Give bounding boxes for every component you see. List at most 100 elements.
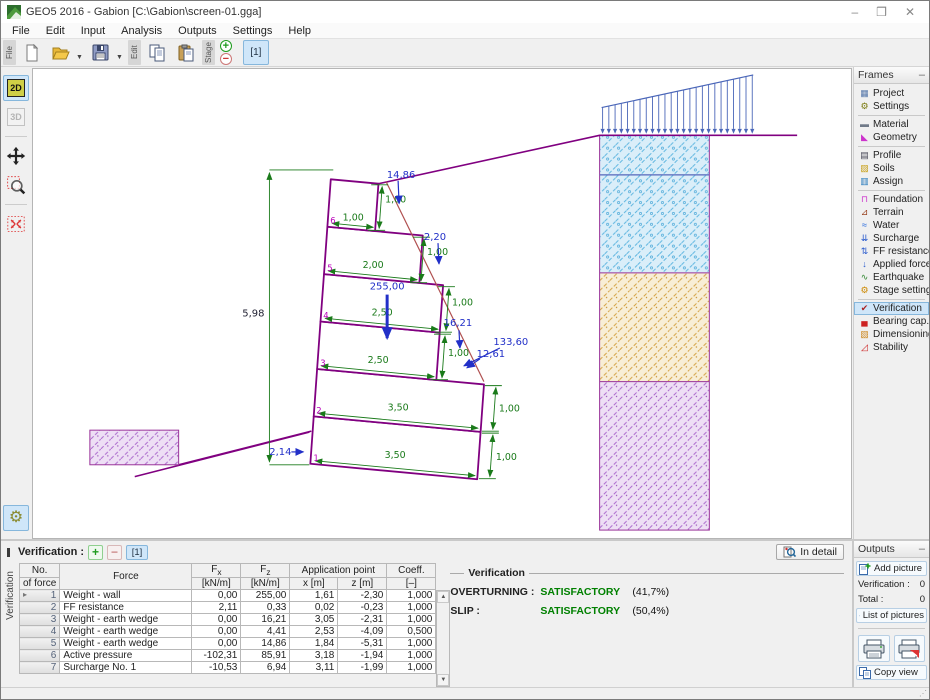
remove-verification-button[interactable]: − xyxy=(107,545,122,560)
paste-button[interactable] xyxy=(173,40,199,65)
table-row[interactable]: ▸1Weight - wall0,00255,001,61-2,301,000 xyxy=(20,590,436,602)
verification-stage-button[interactable]: [1] xyxy=(126,545,148,560)
menu-input[interactable]: Input xyxy=(74,25,112,37)
panel-grip[interactable] xyxy=(7,548,10,557)
scroll-up-icon[interactable]: ▲ xyxy=(437,591,449,603)
add-stage-button[interactable]: + xyxy=(220,40,232,52)
table-row[interactable]: 5Weight - earth wedge0,0014,861,84-5,311… xyxy=(20,638,436,650)
bearing-icon: ▄ xyxy=(859,317,870,326)
toolbar-group-edit-label: Edit xyxy=(128,40,141,65)
frames-item-dimensioning[interactable]: ▧Dimensioning xyxy=(854,328,929,341)
frames-item-foundation[interactable]: ⊓Foundation xyxy=(854,193,929,206)
force-label-active-pressure: 133,60 xyxy=(493,337,528,348)
table-row[interactable]: 3Weight - earth wedge0,0016,213,05-2,311… xyxy=(20,614,436,626)
table-row[interactable]: 2FF resistance2,110,330,02-0,231,000 xyxy=(20,602,436,614)
remove-stage-button[interactable]: − xyxy=(220,53,232,65)
minimize-window-icon[interactable]: – xyxy=(851,5,858,19)
verification-side-tab[interactable]: Verification xyxy=(1,561,19,687)
menu-file[interactable]: File xyxy=(5,25,37,37)
height-label-2: 1,00 xyxy=(499,403,520,414)
frames-item-profile[interactable]: ▤Profile xyxy=(854,149,929,162)
force-label-ff-resistance: 2,14 xyxy=(269,447,291,458)
open-file-button[interactable] xyxy=(48,40,74,65)
add-picture-button[interactable]: Add picture xyxy=(856,561,927,576)
menu-edit[interactable]: Edit xyxy=(39,25,72,37)
frames-item-terrain[interactable]: ⊿Terrain xyxy=(854,206,929,219)
frames-item-bearing-cap-[interactable]: ▄Bearing cap. xyxy=(854,315,929,328)
save-dropdown-icon[interactable]: ▼ xyxy=(116,54,123,61)
frames-item-stability[interactable]: ◿Stability xyxy=(854,341,929,354)
frames-item-project[interactable]: ▦Project xyxy=(854,87,929,100)
pan-button[interactable] xyxy=(3,143,29,169)
new-file-button[interactable] xyxy=(19,40,45,65)
foundation-icon: ⊓ xyxy=(859,195,870,204)
col-header-fx: Fx xyxy=(192,564,241,578)
force-label-wedge-mid: 2,20 xyxy=(424,232,446,243)
height-label-4: 1,00 xyxy=(452,298,473,309)
height-label-3: 1,00 xyxy=(448,348,469,359)
list-of-pictures-button[interactable]: List of pictures xyxy=(856,608,927,623)
drawing-canvas[interactable]: 5,98 3,50 3,50 2,50 2,50 2,00 1,00 1 xyxy=(32,68,852,539)
fit-to-view-button[interactable] xyxy=(3,211,29,237)
frames-item-surcharge[interactable]: ⇊Surcharge xyxy=(854,232,929,245)
frames-item-applied-forces[interactable]: ↓Applied forces xyxy=(854,258,929,271)
add-verification-button[interactable]: + xyxy=(88,545,103,560)
outputs-minimize-icon[interactable]: – xyxy=(919,545,925,553)
fit-icon xyxy=(6,215,26,233)
frames-item-geometry[interactable]: ◣Geometry xyxy=(854,131,929,144)
status-bar: ⋰ xyxy=(1,687,929,699)
print-preview-button[interactable] xyxy=(894,635,926,662)
frames-item-settings[interactable]: ⚙Settings xyxy=(854,100,929,113)
force-label-wedge-top: 14,86 xyxy=(387,170,416,181)
frames-item-verification[interactable]: ✔Verification xyxy=(854,302,929,315)
frames-item-stage-settings[interactable]: ⚙Stage settings xyxy=(854,284,929,297)
width-label-2: 3,50 xyxy=(388,402,409,413)
stage-settings-icon: ⚙ xyxy=(859,286,870,295)
frames-item-material[interactable]: ▬Material xyxy=(854,118,929,131)
frames-item-ff-resistance[interactable]: ⇅FF resistance xyxy=(854,245,929,258)
force-label-wall-weight: 255,00 xyxy=(370,282,405,293)
frames-item-water[interactable]: ≈Water xyxy=(854,219,929,232)
zoom-button[interactable] xyxy=(3,172,29,198)
menu-settings[interactable]: Settings xyxy=(226,25,280,37)
force-label-surcharge: 12,61 xyxy=(477,349,506,360)
save-file-button[interactable] xyxy=(88,40,114,65)
outputs-header: Outputs – xyxy=(854,541,929,558)
block-number-2: 2 xyxy=(316,405,321,415)
frames-minimize-icon[interactable]: – xyxy=(919,71,925,79)
frames-item-earthquake[interactable]: ∿Earthquake xyxy=(854,271,929,284)
open-dropdown-icon[interactable]: ▼ xyxy=(76,54,83,61)
menu-analysis[interactable]: Analysis xyxy=(114,25,169,37)
frames-item-soils[interactable]: ▨Soils xyxy=(854,162,929,175)
verification-results: Verification OVERTURNING : SATISFACTORY … xyxy=(436,561,852,687)
menu-outputs[interactable]: Outputs xyxy=(171,25,224,37)
frames-header: Frames – xyxy=(854,67,929,84)
close-window-icon[interactable]: ✕ xyxy=(905,5,915,19)
table-row[interactable]: 4Weight - earth wedge0,004,412,53-4,090,… xyxy=(20,626,436,638)
menu-help[interactable]: Help xyxy=(281,25,318,37)
view-3d-button[interactable]: 3D xyxy=(3,104,29,130)
geometry-icon: ◣ xyxy=(859,133,870,142)
copy-view-button[interactable]: Copy view xyxy=(856,665,927,680)
app-logo-icon xyxy=(7,5,21,19)
scroll-down-icon[interactable]: ▼ xyxy=(437,674,449,686)
copy-button[interactable] xyxy=(144,40,170,65)
table-row[interactable]: 7Surcharge No. 1-10,536,943,11-1,991,000 xyxy=(20,662,436,674)
view-2d-button[interactable]: 2D xyxy=(3,75,29,101)
print-button[interactable] xyxy=(858,635,890,662)
toolbar-group-file-label: File xyxy=(3,40,16,65)
resize-grip-icon[interactable]: ⋰ xyxy=(919,690,929,698)
maximize-window-icon[interactable]: ❒ xyxy=(876,5,887,19)
drawing-settings-button[interactable]: ⚙ xyxy=(3,505,29,531)
height-label-6: 1,00 xyxy=(385,195,406,206)
in-detail-button[interactable]: In detail xyxy=(776,544,844,560)
height-label-5: 1,00 xyxy=(427,247,448,258)
table-scrollbar[interactable]: ▲ ▼ xyxy=(436,590,450,687)
height-label-1: 1,00 xyxy=(496,452,517,463)
table-row[interactable]: 6Active pressure-102,3185,913,18-1,941,0… xyxy=(20,650,436,662)
col-header-force: Force xyxy=(60,564,192,590)
frames-title: Frames xyxy=(858,69,894,81)
frames-item-assign[interactable]: ▥Assign xyxy=(854,175,929,188)
app-window: GEO5 2016 - Gabion [C:\Gabion\screen-01.… xyxy=(0,0,930,700)
stage-1-button[interactable]: [1] xyxy=(243,40,269,65)
